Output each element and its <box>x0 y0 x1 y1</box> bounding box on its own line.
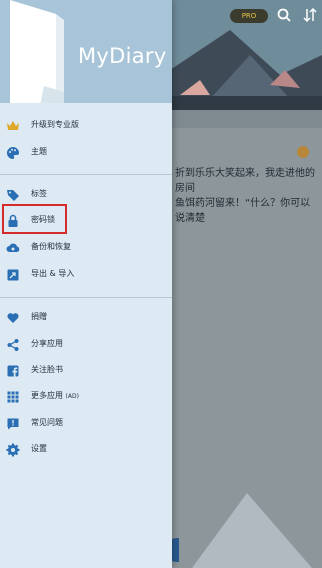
menu-item-label: 捐赠 <box>31 312 47 321</box>
menu-item-follow-facebook[interactable]: 关注脸书 <box>0 358 172 384</box>
menu-item-backup-restore[interactable]: 备份和恢复 <box>0 235 172 261</box>
export-icon <box>7 269 19 281</box>
menu-item-faq[interactable]: 常见问题 <box>0 411 172 437</box>
share-icon <box>7 339 19 351</box>
menu-item-label: 备份和恢复 <box>31 242 71 251</box>
gear-icon <box>6 443 20 457</box>
ad-badge: (AD) <box>65 393 79 400</box>
search-icon[interactable] <box>276 7 292 23</box>
sort-icon[interactable] <box>302 7 318 23</box>
mood-icon <box>297 146 309 158</box>
menu-divider <box>0 174 172 175</box>
pro-badge[interactable]: PRO <box>230 9 268 23</box>
menu-item-label: 设置 <box>31 444 47 453</box>
book-illustration <box>10 0 64 103</box>
menu-item-label: 更多应用 (AD) <box>31 390 79 401</box>
more-apps-label: 更多应用 <box>31 391 63 400</box>
facebook-icon <box>7 365 19 377</box>
app-logo: MyDiary <box>78 44 167 68</box>
menu-item-upgrade-pro[interactable]: 升级到专业版 <box>0 113 172 139</box>
cloud-icon <box>6 243 20 252</box>
highlight-box <box>2 204 67 234</box>
palette-icon <box>7 147 19 159</box>
menu-divider <box>0 297 172 298</box>
menu-item-label: 导出 & 导入 <box>31 269 75 278</box>
menu-item-settings[interactable]: 设置 <box>0 437 172 463</box>
faq-icon <box>7 418 19 430</box>
heart-icon <box>7 313 19 323</box>
menu-item-label: 标签 <box>31 189 47 198</box>
grid-icon <box>7 391 19 403</box>
menu-item-label: 分享应用 <box>31 339 63 348</box>
menu-item-export-import[interactable]: 导出 & 导入 <box>0 262 172 288</box>
menu-item-label: 关注脸书 <box>31 365 63 374</box>
diary-entry-text: 折到乐乐大笑起来，我走进他的房间 鱼饵药河留来！“什么？你可以说清楚 <box>175 168 315 224</box>
menu-item-theme[interactable]: 主题 <box>0 140 172 166</box>
navigation-drawer: MyDiary 升级到专业版 主题 标签 密码锁 备份和恢复 导出 & 导入 捐… <box>0 0 172 568</box>
menu-item-label: 常见问题 <box>31 418 63 427</box>
menu-item-donate[interactable]: 捐赠 <box>0 305 172 331</box>
tag-icon <box>7 190 19 201</box>
drawer-header: MyDiary <box>0 0 172 103</box>
menu-item-more-apps[interactable]: 更多应用 (AD) <box>0 384 172 410</box>
crown-icon <box>7 121 19 130</box>
menu-item-share-app[interactable]: 分享应用 <box>0 332 172 358</box>
menu-item-label: 主题 <box>31 147 47 156</box>
menu-item-label: 升级到专业版 <box>31 120 79 129</box>
